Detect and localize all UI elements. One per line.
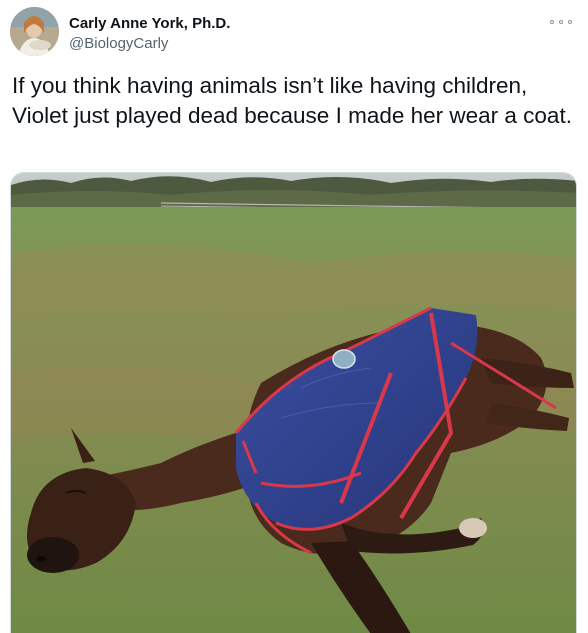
avatar[interactable] (10, 7, 59, 56)
more-dot (550, 20, 554, 24)
tweet-text: If you think having animals isn’t like h… (12, 73, 572, 128)
tweet-card: Carly Anne York, Ph.D. @BiologyCarly If … (0, 0, 588, 633)
horse-photo (11, 173, 576, 633)
more-dot (559, 20, 563, 24)
tweet-photo[interactable] (10, 172, 577, 633)
tweet-header: Carly Anne York, Ph.D. @BiologyCarly (10, 7, 578, 59)
handle[interactable]: @BiologyCarly (69, 34, 230, 53)
author-names: Carly Anne York, Ph.D. @BiologyCarly (69, 14, 230, 53)
display-name[interactable]: Carly Anne York, Ph.D. (69, 14, 230, 33)
more-dot (568, 20, 572, 24)
avatar-image (10, 7, 59, 56)
more-options-icon[interactable] (550, 15, 572, 29)
